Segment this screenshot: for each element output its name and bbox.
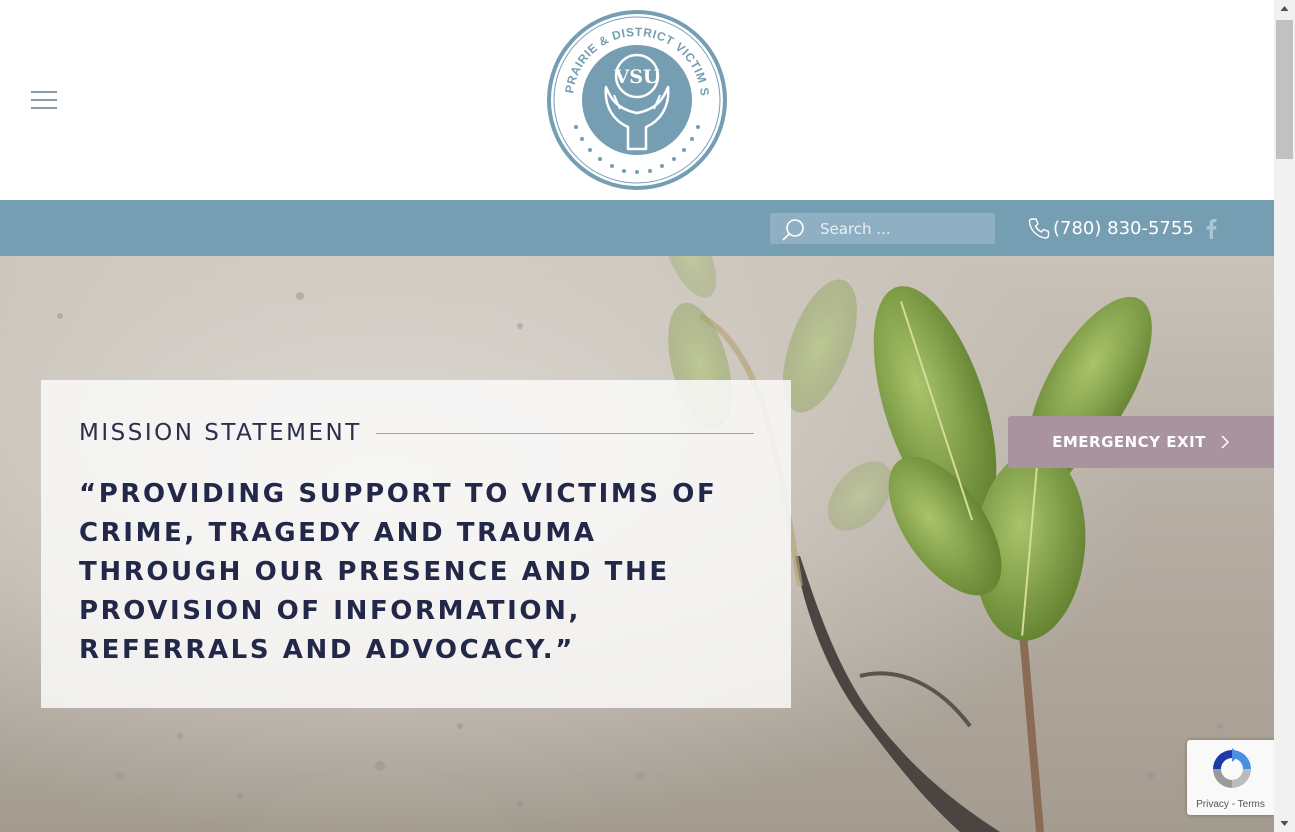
- scroll-up-arrow-icon[interactable]: [1274, 0, 1295, 17]
- search-input[interactable]: [820, 213, 990, 244]
- scroll-down-arrow-icon[interactable]: [1274, 815, 1295, 832]
- mission-heading-row: MISSION STATEMENT: [79, 420, 754, 446]
- mission-quote: “PROVIDING SUPPORT TO VICTIMS OF CRIME, …: [79, 479, 718, 665]
- page: GRANDE PRAIRIE & DISTRICT VICTIM SERVICE…: [0, 0, 1274, 832]
- logo[interactable]: GRANDE PRAIRIE & DISTRICT VICTIM SERVICE…: [546, 9, 728, 191]
- recaptcha-icon: [1213, 748, 1251, 788]
- phone-link[interactable]: (780) 830-5755: [1027, 215, 1194, 241]
- recaptcha-links[interactable]: Privacy - Terms: [1187, 799, 1274, 810]
- phone-number: (780) 830-5755: [1053, 217, 1194, 239]
- hamburger-menu-icon[interactable]: [31, 91, 57, 111]
- top-bar: (780) 830-5755: [0, 200, 1274, 256]
- scroll-thumb[interactable]: [1276, 20, 1293, 159]
- scrollbar[interactable]: [1274, 0, 1295, 832]
- recaptcha-badge[interactable]: Privacy - Terms: [1187, 740, 1274, 815]
- search-box[interactable]: [770, 213, 995, 244]
- chevron-right-icon: [1221, 435, 1229, 449]
- mission-title: MISSION STATEMENT: [79, 420, 362, 446]
- logo-monogram: VSU: [613, 66, 659, 88]
- hero-section: MISSION STATEMENT “PROVIDING SUPPORT TO …: [0, 256, 1274, 832]
- facebook-icon[interactable]: [1202, 217, 1220, 239]
- heading-divider: [375, 432, 754, 434]
- search-icon[interactable]: [782, 218, 806, 242]
- emergency-exit-button[interactable]: EMERGENCY EXIT: [1008, 416, 1274, 468]
- emergency-exit-label: EMERGENCY EXIT: [1052, 433, 1206, 451]
- mission-statement-panel: MISSION STATEMENT “PROVIDING SUPPORT TO …: [41, 380, 791, 708]
- phone-icon: [1028, 218, 1050, 239]
- site-header: GRANDE PRAIRIE & DISTRICT VICTIM SERVICE…: [0, 0, 1274, 200]
